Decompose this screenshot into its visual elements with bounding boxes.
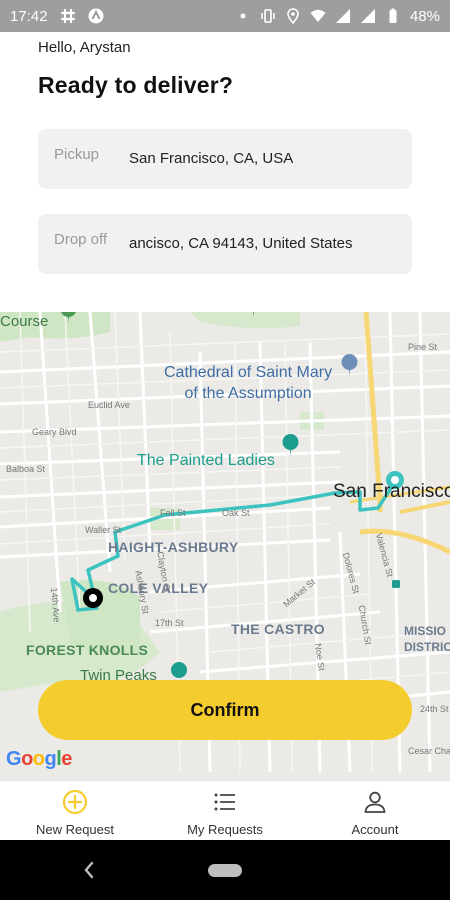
map-label-mission: MISSIO DISTRIC [404, 624, 450, 654]
nav-account-label: Account [351, 822, 399, 837]
map-label-haight-ashbury: HAIGHT-ASHBURY [108, 539, 239, 555]
pickup-input[interactable]: San Francisco, CA, USA [129, 150, 409, 167]
street-label: Geary Blvd [32, 427, 77, 437]
place-pin-icon [341, 354, 358, 376]
status-time: 17:42 [10, 7, 48, 25]
nav-my-requests[interactable]: My Requests [150, 781, 300, 840]
dropoff-field[interactable]: Drop off ancisco, CA 94143, United State… [38, 214, 412, 274]
street-label: Euclid Ave [88, 400, 130, 410]
battery-percent: 48% [409, 7, 440, 25]
back-icon[interactable] [80, 860, 98, 880]
list-icon [212, 789, 238, 815]
dropoff-value: ancisco, CA 94143, United States [129, 235, 353, 252]
dot-icon [235, 8, 251, 24]
map-label-castro: THE CASTRO [231, 621, 325, 637]
home-button[interactable] [208, 864, 242, 877]
bottom-nav: New Request My Requests Account [0, 780, 450, 840]
app-icon [88, 8, 104, 24]
nav-new-request-label: New Request [35, 822, 115, 837]
person-icon [362, 789, 388, 815]
pickup-field[interactable]: Pickup San Francisco, CA, USA [38, 129, 412, 189]
street-label: 24th St [420, 704, 449, 714]
plus-circle-icon [62, 789, 88, 815]
map-label-cathedral: Cathedral of Saint Mary of the Assumptio… [164, 364, 333, 402]
park-area [190, 312, 300, 329]
place-pin-icon [171, 662, 187, 678]
dropoff-input[interactable]: ancisco, CA 94143, United States [129, 235, 409, 252]
transit-icon [392, 580, 400, 588]
system-nav-bar [0, 840, 450, 900]
street-label: 17th St [155, 618, 184, 628]
map-label-cole-valley: COLE VALLEY [108, 580, 209, 596]
nav-account[interactable]: Account [300, 781, 450, 840]
street-label: Pine St [408, 342, 438, 352]
street-label: Fell St [160, 508, 186, 518]
status-bar: 17:42 48% [0, 0, 450, 32]
signal-icon [335, 8, 351, 24]
google-logo: Google [6, 748, 72, 770]
street-label: Cesar Chavez [408, 746, 450, 756]
dropoff-label: Drop off [54, 231, 108, 248]
map-label-forest-knolls: FOREST KNOLLS [26, 642, 149, 658]
pickup-label: Pickup [54, 146, 100, 163]
map-label-painted-ladies: The Painted Ladies [137, 452, 275, 469]
street-label: Waller St [85, 525, 122, 535]
signal-icon [360, 8, 376, 24]
confirm-button[interactable]: Confirm [38, 680, 412, 740]
location-icon [285, 8, 301, 24]
map-label-city: San Francisco [333, 481, 450, 502]
page-title: Ready to deliver? [38, 72, 234, 98]
greeting-text: Hello, Arystan [38, 39, 131, 56]
nav-my-requests-label: My Requests [187, 822, 263, 837]
slack-icon [60, 8, 76, 24]
battery-icon [385, 8, 401, 24]
wifi-icon [310, 8, 326, 24]
vibrate-icon [260, 8, 276, 24]
map-label-course: Course [0, 313, 49, 330]
street-label: Balboa St [6, 464, 46, 474]
nav-new-request[interactable]: New Request [0, 781, 150, 840]
street-label: Oak St [222, 508, 250, 518]
origin-marker-center [89, 594, 97, 602]
